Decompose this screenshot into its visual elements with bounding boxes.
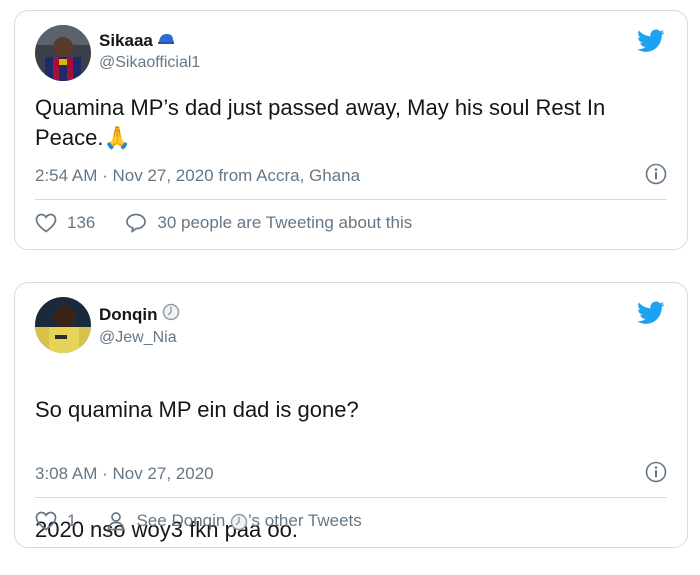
divider [35, 199, 667, 200]
person-icon [108, 512, 125, 531]
display-name-text[interactable]: Sikaaa [99, 31, 153, 51]
twitter-bird-icon[interactable] [637, 301, 665, 325]
handle[interactable]: @Jew_Nia [99, 329, 180, 347]
clock-badge-icon [230, 513, 248, 530]
see-other-tweets-link[interactable]: See Donqin ’s other Tweets [106, 511, 362, 531]
cap-emoji-icon [157, 31, 175, 51]
tweet-actions: 1 See Donqin ’s other Tweets [35, 511, 392, 531]
like-count: 136 [67, 213, 96, 232]
like-button[interactable]: 136 [35, 213, 95, 233]
tweet-card-sikaaa[interactable]: Sikaaa @Sikaofficial1 Quamina MP’s dad j… [14, 10, 688, 250]
clock-badge-icon [162, 303, 180, 326]
avatar[interactable] [35, 297, 91, 353]
heart-icon [35, 511, 57, 531]
praying-hands-emoji: 🙏 [103, 125, 131, 150]
tweeting-about-link[interactable]: 30 people are Tweeting about this [125, 213, 412, 233]
tweet-timestamp[interactable]: 3:08 AM · Nov 27, 2020 [35, 464, 214, 484]
see-other-tweets-prefix: See Donqin [136, 511, 226, 530]
like-count: 1 [67, 511, 77, 530]
speech-bubble-icon [126, 213, 147, 233]
info-icon[interactable] [645, 163, 667, 185]
handle[interactable]: @Sikaofficial1 [99, 54, 200, 72]
display-name[interactable]: Donqin [99, 303, 180, 326]
display-name-text[interactable]: Donqin [99, 305, 158, 325]
tweet-text: Quamina MP’s dad just passed away, May h… [35, 93, 667, 153]
info-icon[interactable] [645, 461, 667, 483]
display-name[interactable]: Sikaaa [99, 31, 175, 51]
tweet-card-donqin[interactable]: Donqin @Jew_Nia So quamina MP ein dad is… [14, 282, 688, 548]
tweeting-about-text: 30 people are Tweeting about this [157, 213, 413, 232]
heart-icon [35, 213, 57, 233]
tweet-text-line-1: So quamina MP ein dad is gone? [35, 397, 359, 422]
divider [35, 497, 667, 498]
avatar[interactable] [35, 25, 91, 81]
see-other-tweets-suffix: ’s other Tweets [248, 511, 362, 530]
see-other-tweets-text: See Donqin ’s other Tweets [136, 511, 361, 531]
tweet-timestamp[interactable]: 2:54 AM · Nov 27, 2020 from Accra, Ghana [35, 166, 360, 186]
tweet-actions: 136 30 people are Tweeting about this [35, 213, 442, 233]
like-button[interactable]: 1 [35, 511, 76, 531]
twitter-bird-icon[interactable] [637, 29, 665, 53]
